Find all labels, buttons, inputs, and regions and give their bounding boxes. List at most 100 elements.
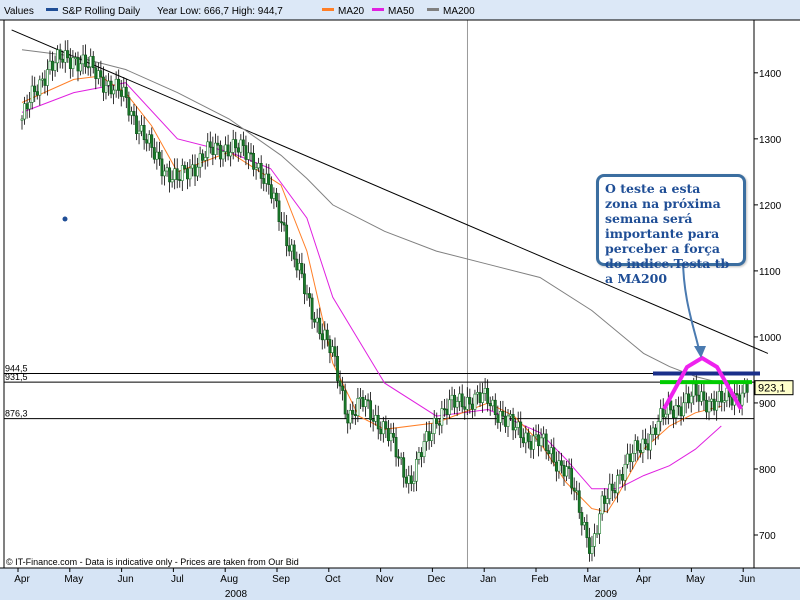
candle-body — [371, 419, 375, 422]
candle-body — [605, 498, 609, 504]
candle-body — [280, 221, 283, 224]
candle-body — [94, 67, 98, 79]
candle-body — [259, 162, 263, 179]
candle-body — [89, 56, 93, 68]
candle-body — [600, 495, 604, 515]
candle-body — [481, 393, 484, 403]
candle-body — [287, 245, 291, 252]
candle-body — [25, 103, 29, 110]
candle-body — [588, 537, 591, 554]
x-tick-label: Aug — [220, 574, 238, 585]
candle-body — [102, 76, 105, 93]
x-year-label: 2009 — [595, 589, 618, 600]
candle-body — [33, 85, 37, 92]
candle-body — [221, 151, 225, 160]
candle-body — [338, 380, 342, 387]
candle-body — [310, 297, 314, 320]
candle-body — [458, 393, 462, 402]
x-tick-label: May — [686, 574, 705, 585]
candle-body — [295, 258, 299, 271]
candle-body — [183, 165, 187, 170]
candle-body — [315, 317, 319, 323]
candle-body — [575, 490, 579, 493]
candle-body — [173, 168, 177, 180]
candle-body — [519, 421, 523, 438]
x-tick-label: Jun — [118, 574, 134, 585]
legend-item-label: S&P Rolling Daily — [62, 6, 140, 17]
candle-body — [132, 111, 136, 117]
candle-body — [193, 164, 197, 177]
candle-body — [422, 441, 426, 457]
candle-body — [521, 437, 525, 444]
last-price-label: 923,1 — [758, 383, 786, 395]
candle-body — [135, 115, 138, 134]
candle-body — [478, 392, 482, 403]
candle-body — [272, 192, 276, 199]
candle-body — [679, 406, 683, 417]
marker-dot — [62, 216, 68, 222]
candle-body — [249, 152, 253, 155]
candle-body — [537, 434, 540, 447]
candle-body — [506, 415, 510, 427]
candle-body — [152, 147, 156, 160]
candle-body — [198, 153, 202, 168]
legend-values-label: Values — [4, 6, 34, 17]
candle-body — [552, 447, 556, 463]
candle-body — [292, 244, 296, 260]
candle-body — [252, 152, 255, 170]
candle-body — [656, 421, 660, 435]
candle-body — [68, 57, 72, 69]
x-tick-label: Feb — [531, 574, 549, 585]
candle-body — [66, 50, 70, 59]
candle-body — [137, 130, 141, 134]
candle-body — [516, 421, 520, 428]
candle-body — [264, 173, 268, 184]
grid-layer: 944,5931,5876,3 — [3, 19, 755, 569]
candle-body — [359, 397, 362, 399]
candle-body — [626, 453, 630, 465]
candle-body — [511, 414, 515, 431]
candle-body — [104, 85, 108, 93]
y-tick-label: 800 — [759, 465, 776, 476]
candle-body — [649, 433, 652, 451]
candle-body — [84, 54, 88, 67]
candle-body — [46, 69, 49, 86]
candle-body — [140, 125, 143, 132]
candle-body — [636, 440, 640, 451]
candle-body — [420, 452, 423, 457]
candle-body — [417, 452, 421, 460]
candle-body — [38, 79, 42, 96]
legend-swatch — [322, 8, 334, 11]
candle-body — [40, 78, 44, 81]
candle-body — [720, 391, 724, 403]
candle-body — [745, 383, 749, 393]
candle-body — [81, 54, 85, 65]
candle-body — [567, 466, 571, 469]
candle-body — [437, 423, 441, 426]
candle-body — [343, 390, 347, 415]
level-label: 876,3 — [5, 409, 28, 419]
candle-body — [598, 513, 602, 534]
x-tick-label: Apr — [14, 574, 30, 585]
candle-body — [107, 80, 110, 86]
candle-body — [180, 165, 184, 181]
candle-body — [585, 522, 589, 538]
x-tick-label: Jan — [480, 574, 496, 585]
candle-body — [165, 167, 169, 172]
candle-body — [715, 401, 719, 411]
candle-body — [254, 167, 258, 170]
candle-body — [147, 134, 151, 144]
candle-body — [710, 398, 713, 402]
candle-body — [582, 522, 586, 526]
y-tick-label: 1200 — [759, 201, 782, 212]
candle-body — [590, 546, 594, 554]
candle-body — [96, 70, 100, 79]
x-tick-label: Jul — [171, 574, 184, 585]
candle-body — [442, 408, 446, 411]
candle-body — [203, 157, 207, 161]
candle-body — [23, 103, 26, 120]
legend-layer: Values S&P Rolling Daily Year Low: 666,7 H… — [0, 0, 800, 21]
candle-body — [175, 168, 179, 180]
candle-body — [127, 97, 131, 116]
candle-body — [145, 139, 149, 144]
